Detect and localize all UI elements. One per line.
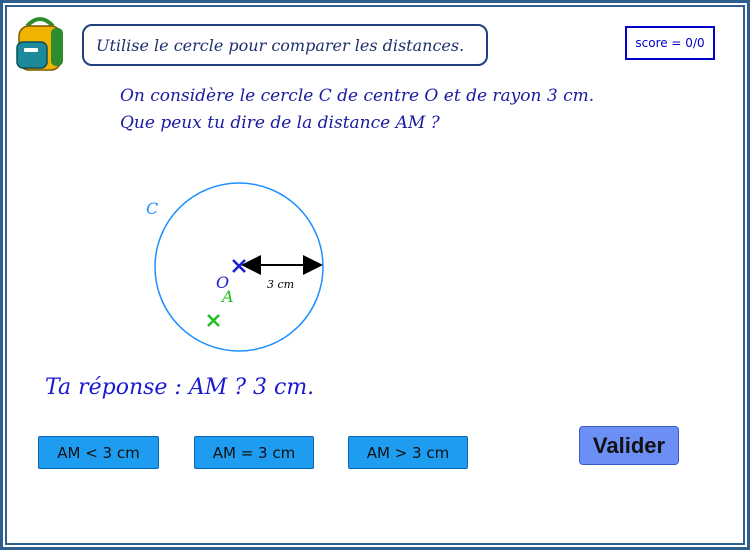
radius-label: 3 cm [267, 278, 294, 291]
validate-button[interactable]: Valider [579, 426, 679, 465]
answer-less-button[interactable]: AM < 3 cm [38, 436, 159, 469]
circle-label: C [146, 199, 158, 218]
point-label-a: A [220, 287, 234, 306]
answer-text: Ta réponse : AM ? 3 cm. [45, 375, 315, 400]
answer-greater-button[interactable]: AM > 3 cm [348, 436, 468, 469]
answer-equal-button[interactable]: AM = 3 cm [194, 436, 314, 469]
point-mark-a [207, 314, 220, 327]
